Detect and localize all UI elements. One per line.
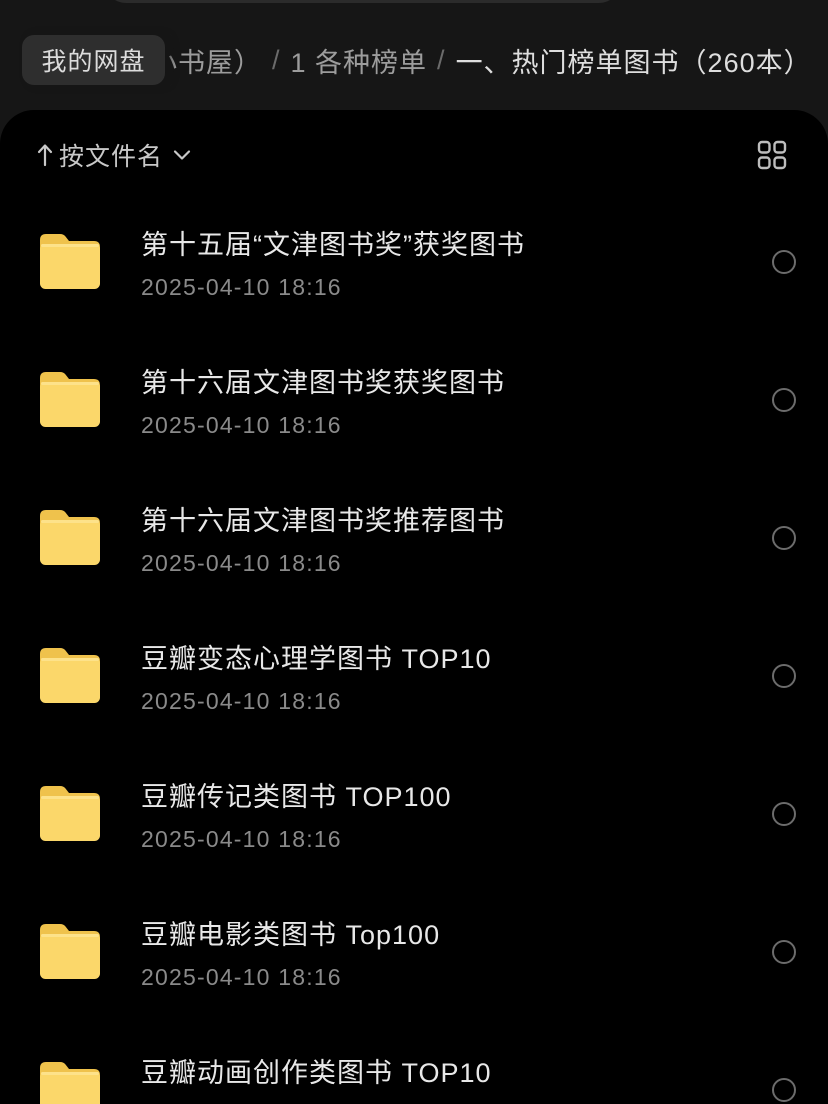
sort-button[interactable]: 按文件名	[36, 135, 191, 175]
file-date: 2025-04-10 18:16	[141, 274, 342, 300]
file-date: 2025-04-10 18:16	[141, 826, 342, 852]
select-checkbox[interactable]	[772, 664, 796, 688]
file-name: 豆瓣电影类图书 Top100	[141, 920, 441, 950]
file-name: 豆瓣变态心理学图书 TOP10	[141, 644, 492, 674]
file-date: 2025-04-10 18:16	[141, 964, 342, 990]
file-item[interactable]: 豆瓣动画创作类图书 TOP10	[0, 1021, 828, 1104]
breadcrumb-item[interactable]: 小书屋）	[150, 41, 262, 80]
breadcrumb-item[interactable]: 1 各种榜单	[291, 41, 428, 80]
grid-view-icon[interactable]	[756, 139, 788, 171]
search-bar[interactable]	[103, 0, 622, 3]
folder-icon	[40, 647, 100, 703]
file-item[interactable]: 第十六届文津图书奖推荐图书 2025-04-10 18:16	[0, 469, 828, 607]
folder-icon	[40, 371, 100, 427]
select-checkbox[interactable]	[772, 526, 796, 550]
file-item[interactable]: 第十六届文津图书奖获奖图书 2025-04-10 18:16	[0, 331, 828, 469]
file-date: 2025-04-10 18:16	[141, 688, 342, 714]
file-name: 豆瓣动画创作类图书 TOP10	[141, 1058, 492, 1088]
file-item[interactable]: 豆瓣变态心理学图书 TOP10 2025-04-10 18:16	[0, 607, 828, 745]
file-date: 2025-04-10 18:16	[141, 550, 342, 576]
file-name: 第十六届文津图书奖获奖图书	[141, 368, 505, 398]
select-checkbox[interactable]	[772, 1078, 796, 1102]
chevron-down-icon	[173, 149, 191, 161]
breadcrumb: 我的网盘 小书屋） / 1 各种榜单 / 一、热门榜单图书（260本）	[0, 35, 828, 85]
file-name: 豆瓣传记类图书 TOP100	[141, 782, 452, 812]
folder-icon	[40, 1061, 100, 1104]
folder-icon	[40, 785, 100, 841]
file-name: 第十五届“文津图书奖”获奖图书	[141, 230, 525, 260]
file-panel: 按文件名 第十五届“文津图书奖”获奖图书 2025-04-10 18:16 第十六届…	[0, 110, 828, 1104]
breadcrumb-track: 小书屋） / 1 各种榜单 / 一、热门榜单图书（260本）	[150, 35, 828, 85]
folder-icon	[40, 509, 100, 565]
breadcrumb-root-my-drive[interactable]: 我的网盘	[22, 35, 165, 85]
file-item[interactable]: 豆瓣传记类图书 TOP100 2025-04-10 18:16	[0, 745, 828, 883]
folder-icon	[40, 923, 100, 979]
file-item[interactable]: 豆瓣电影类图书 Top100 2025-04-10 18:16	[0, 883, 828, 1021]
file-name: 第十六届文津图书奖推荐图书	[141, 506, 505, 536]
breadcrumb-separator: /	[437, 44, 446, 75]
sort-label: 按文件名	[59, 143, 164, 171]
file-date: 2025-04-10 18:16	[141, 412, 342, 438]
file-list: 第十五届“文津图书奖”获奖图书 2025-04-10 18:16 第十六届文津图书奖…	[0, 193, 828, 1104]
arrow-up-icon	[36, 142, 54, 168]
select-checkbox[interactable]	[772, 250, 796, 274]
breadcrumb-current: 一、热门榜单图书（260本）	[455, 47, 812, 78]
folder-icon	[40, 233, 100, 289]
select-checkbox[interactable]	[772, 940, 796, 964]
file-item[interactable]: 第十五届“文津图书奖”获奖图书 2025-04-10 18:16	[0, 193, 828, 331]
breadcrumb-separator: /	[272, 44, 281, 75]
select-checkbox[interactable]	[772, 802, 796, 826]
select-checkbox[interactable]	[772, 388, 796, 412]
